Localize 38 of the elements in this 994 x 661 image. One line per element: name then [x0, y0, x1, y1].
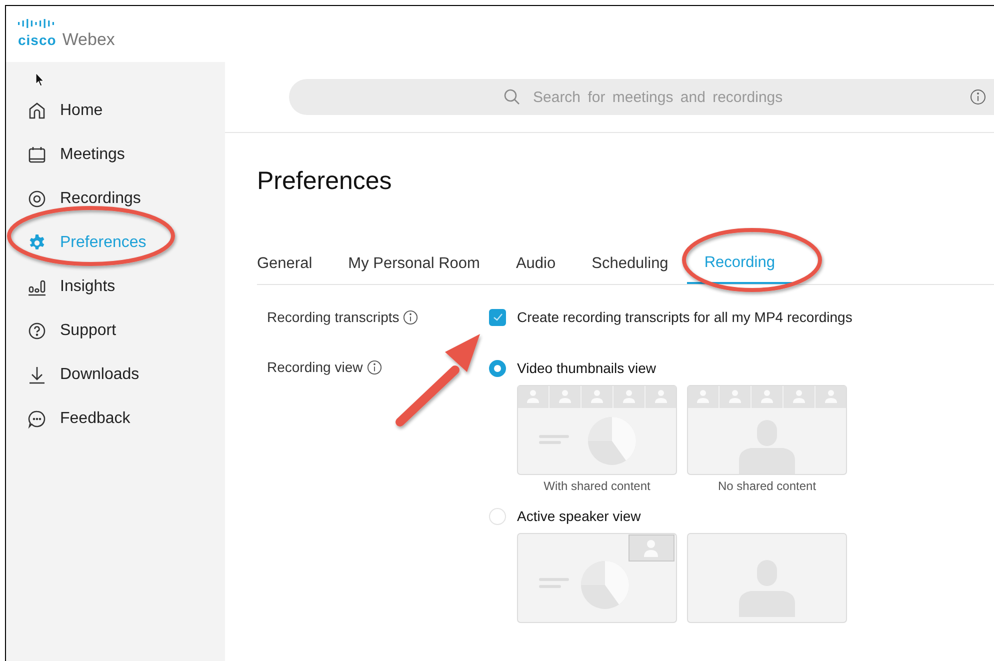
cisco-bars-icon — [18, 18, 56, 28]
sidebar-item[interactable]: Recordings — [27, 177, 141, 221]
sidebar-item[interactable]: Feedback — [27, 397, 130, 441]
search-icon — [503, 88, 521, 106]
checkbox-label: Create recording transcripts for all my MP4 recordings — [517, 309, 852, 325]
sidebar-item[interactable]: Meetings — [27, 133, 125, 177]
download-icon — [27, 365, 47, 385]
logo-product: Webex — [62, 30, 115, 50]
mouse-cursor-icon — [35, 72, 45, 87]
tab[interactable]: Scheduling — [574, 248, 686, 284]
home-icon — [27, 101, 47, 121]
search-input[interactable]: Search for meetings and recordings — [531, 88, 955, 106]
checkbox[interactable] — [489, 308, 506, 326]
calendar-icon — [27, 145, 47, 165]
logo-brand: cisco — [18, 32, 56, 48]
radio-label: Video thumbnails view — [517, 360, 656, 376]
sidebar-item[interactable]: Home — [27, 89, 103, 133]
info-icon[interactable] — [403, 310, 418, 324]
tab[interactable]: Audio — [498, 248, 573, 284]
tab[interactable]: My Personal Room — [331, 248, 497, 284]
setting-label: Recording view — [267, 359, 363, 375]
radio-button[interactable] — [489, 360, 506, 376]
search-bar[interactable]: Search for meetings and recordings — [289, 79, 994, 115]
sidebar-item[interactable]: Insights — [27, 265, 116, 309]
record-icon — [27, 189, 47, 209]
radio-label: Active speaker view — [517, 508, 641, 524]
thumbnail-caption: With shared content — [544, 479, 650, 493]
checkmark-icon — [492, 311, 504, 323]
chat-bubble-icon — [27, 409, 47, 429]
info-icon[interactable] — [970, 89, 986, 105]
tab[interactable]: General — [240, 248, 330, 284]
setting-label: Recording transcripts — [267, 309, 400, 325]
page-title: Preferences — [257, 167, 393, 196]
info-icon[interactable] — [366, 360, 382, 374]
thumbnail-caption: No shared content — [718, 479, 816, 493]
help-icon — [27, 321, 47, 341]
sidebar-item[interactable]: Support — [27, 309, 116, 353]
sidebar-item[interactable]: Downloads — [27, 353, 140, 397]
